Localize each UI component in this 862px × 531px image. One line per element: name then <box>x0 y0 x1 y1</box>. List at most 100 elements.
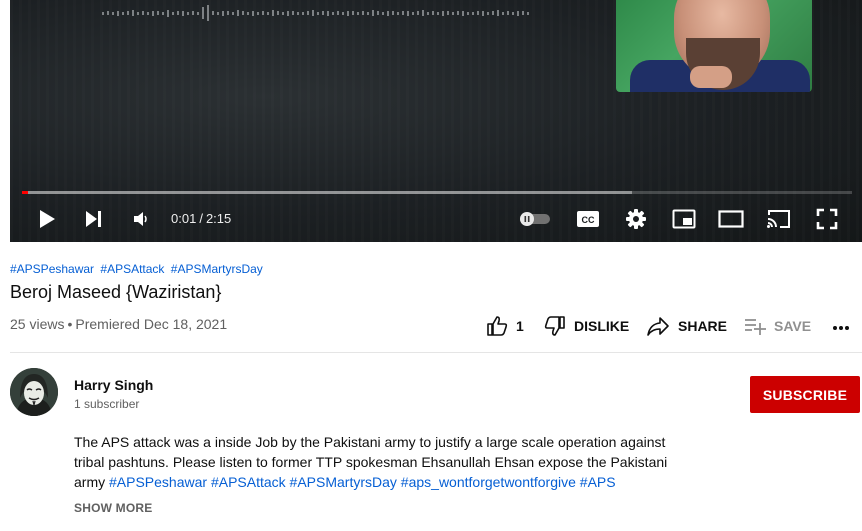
progress-buffered <box>22 191 633 194</box>
waveform-tick <box>517 10 519 16</box>
waveform-tick <box>417 11 419 15</box>
captions-icon: CC <box>577 211 599 227</box>
autoplay-toggle[interactable] <box>515 200 555 238</box>
mute-button[interactable] <box>124 200 156 238</box>
description-hashtag[interactable]: #aps_wontforgetwontforgive <box>401 474 576 490</box>
description-hashtag[interactable]: #APS <box>580 474 616 490</box>
waveform-tick <box>467 11 469 15</box>
waveform-tick <box>472 11 474 15</box>
theater-mode-button[interactable] <box>714 200 748 238</box>
duration: 2:15 <box>205 211 232 226</box>
waveform-tick <box>402 11 404 15</box>
share-icon <box>647 317 669 336</box>
waveform-tick <box>497 10 499 16</box>
fullscreen-button[interactable] <box>810 200 844 238</box>
cast-icon <box>767 210 790 228</box>
waveform-tick <box>142 11 144 15</box>
waveform-tick <box>157 11 159 15</box>
description-hashtag[interactable]: #APSAttack <box>211 474 286 490</box>
waveform-tick <box>162 11 164 15</box>
waveform-tick <box>232 11 234 15</box>
channel-avatar[interactable] <box>10 368 58 416</box>
cast-button[interactable] <box>762 200 796 238</box>
play-button[interactable] <box>30 200 62 238</box>
video-hashtags: #APSPeshawar #APSAttack #APSMartyrsDay <box>10 262 266 276</box>
captions-button[interactable]: CC <box>572 200 604 238</box>
volume-icon <box>134 212 147 226</box>
waveform-tick <box>352 11 354 15</box>
waveform-tick <box>187 11 189 15</box>
waveform-tick <box>107 11 109 15</box>
waveform-tick <box>442 10 444 16</box>
waveform-tick <box>332 11 334 15</box>
settings-button[interactable] <box>620 200 652 238</box>
waveform-tick <box>422 10 424 16</box>
waveform-tick <box>127 11 129 15</box>
time-separator: / <box>199 211 203 226</box>
miniplayer-icon <box>672 209 696 229</box>
subscribe-button[interactable]: SUBSCRIBE <box>750 376 860 413</box>
waveform-tick <box>437 11 439 15</box>
waveform-tick <box>457 11 459 15</box>
progress-bar[interactable] <box>22 191 852 194</box>
thumbs-down-icon <box>544 316 565 336</box>
thumbs-up-icon <box>487 316 508 336</box>
waveform-tick <box>277 11 279 15</box>
waveform-tick <box>172 11 174 15</box>
hashtag-link[interactable]: #APSPeshawar <box>10 262 94 276</box>
waveform-tick <box>357 11 359 15</box>
show-more-button[interactable]: SHOW MORE <box>74 501 152 515</box>
dislike-label: DISLIKE <box>574 318 630 334</box>
next-icon <box>86 211 101 227</box>
waveform-tick <box>257 11 259 15</box>
next-button[interactable] <box>78 200 110 238</box>
hashtag-link[interactable]: #APSAttack <box>100 262 164 276</box>
waveform-tick <box>307 11 309 15</box>
like-button[interactable]: 1 <box>486 310 524 342</box>
waveform-tick <box>152 10 154 16</box>
description-hashtag[interactable]: #APSMartyrsDay <box>290 474 397 490</box>
waveform-tick <box>392 11 394 15</box>
description-hashtag[interactable]: #APSPeshawar <box>109 474 207 490</box>
video-meta: 25 views • Premiered Dec 18, 2021 <box>10 316 227 332</box>
waveform-tick <box>337 11 339 15</box>
time-display: 0:01/2:15 <box>171 200 231 238</box>
waveform-tick <box>287 10 289 16</box>
waveform-tick <box>202 7 204 19</box>
share-label: SHARE <box>678 318 728 334</box>
waveform-tick <box>227 11 229 15</box>
waveform-tick <box>302 11 304 15</box>
audio-waveform-graphic <box>102 3 572 23</box>
waveform-tick <box>282 11 284 15</box>
waveform-tick <box>192 11 194 15</box>
autoplay-toggle-icon <box>520 212 550 226</box>
progress-played <box>22 191 28 194</box>
waveform-tick <box>477 11 479 15</box>
waveform-tick <box>407 10 409 16</box>
waveform-tick <box>502 11 504 15</box>
save-label: SAVE <box>774 318 812 334</box>
premiere-date: Premiered Dec 18, 2021 <box>75 316 228 332</box>
waveform-tick <box>147 11 149 15</box>
video-player[interactable]: 0:01/2:15 CC <box>10 0 862 242</box>
play-icon <box>40 210 55 228</box>
share-button[interactable]: SHARE <box>646 310 727 342</box>
waveform-tick <box>372 10 374 16</box>
waveform-tick <box>382 11 384 15</box>
waveform-tick <box>237 10 239 16</box>
waveform-tick <box>412 11 414 15</box>
waveform-tick <box>452 11 454 15</box>
more-actions-button[interactable] <box>830 310 852 342</box>
hashtag-link[interactable]: #APSMartyrsDay <box>171 262 263 276</box>
waveform-tick <box>367 11 369 15</box>
subscriber-count: 1 subscriber <box>74 397 140 411</box>
svg-text:CC: CC <box>582 215 595 225</box>
save-button[interactable]: SAVE <box>744 310 811 342</box>
waveform-tick <box>482 10 484 16</box>
waveform-tick <box>177 11 179 15</box>
waveform-tick <box>387 10 389 16</box>
miniplayer-button[interactable] <box>668 200 700 238</box>
waveform-tick <box>522 11 524 15</box>
channel-name[interactable]: Harry Singh <box>74 377 153 393</box>
dislike-button[interactable]: DISLIKE <box>544 310 629 342</box>
